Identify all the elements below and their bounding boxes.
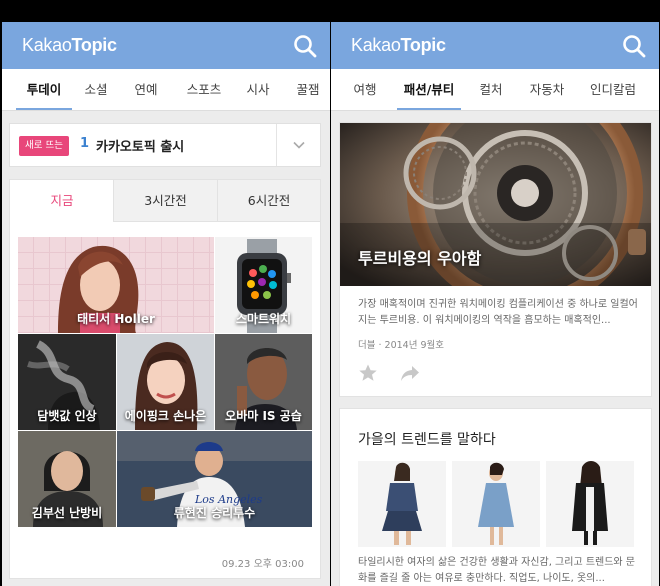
tab-culture[interactable]: 컬처 xyxy=(473,69,509,110)
right-screen: KakaoTopic 여행 패션/뷰티 컬처 자동차 인디칼럼 투르비용의 우아… xyxy=(331,22,659,586)
trend-thumb-2[interactable] xyxy=(452,461,540,547)
tab-fashion-beauty[interactable]: 패션/뷰티 xyxy=(397,69,461,110)
topic-tile-cigarette-tax[interactable]: 담뱃값 인상 xyxy=(18,334,116,430)
rising-topic-bar[interactable]: 새로 뜨는 1 카카오토픽 출시 xyxy=(9,123,321,167)
tab-social[interactable]: 소셜 xyxy=(78,69,114,110)
tile-label: 오바마 IS 공습 xyxy=(225,409,302,423)
topic-card: 지금 3시간전 6시간전 태티서 Holler 스마트워치 담뱃값 인상 에이핑… xyxy=(9,179,321,579)
update-timestamp: 09.23 오후 03:00 xyxy=(221,559,304,570)
tab-indie-column[interactable]: 인디칼럼 xyxy=(585,69,641,110)
tile-label: 류현진 승리투수 xyxy=(173,506,256,520)
topic-tile-smartwatch[interactable]: 스마트워치 xyxy=(215,237,312,333)
tile-label: 에이핑크 손나은 xyxy=(124,409,207,423)
star-icon[interactable] xyxy=(358,363,378,383)
divider xyxy=(276,124,277,166)
app-bar: KakaoTopic xyxy=(2,22,330,69)
tab-current-affairs[interactable]: 시사 xyxy=(240,69,276,110)
kakao-topic-logo[interactable]: KakaoTopic xyxy=(351,35,446,56)
category-tabs: 여행 패션/뷰티 컬처 자동차 인디칼럼 xyxy=(331,69,659,111)
topic-tile-taetiseo[interactable]: 태티서 Holler xyxy=(18,237,214,333)
fashion-image xyxy=(546,461,634,547)
tab-3h-ago[interactable]: 3시간전 xyxy=(113,180,217,222)
topic-tile-apink-naeun[interactable]: 에이핑크 손나은 xyxy=(117,334,214,430)
rising-rank: 1 xyxy=(80,136,90,151)
fashion-image xyxy=(452,461,540,547)
share-icon[interactable] xyxy=(400,363,420,383)
time-tabs: 지금 3시간전 6시간전 xyxy=(10,180,320,222)
tab-entertainment[interactable]: 연예 xyxy=(128,69,164,110)
app-bar: KakaoTopic xyxy=(331,22,659,69)
trend-title[interactable]: 가을의 트렌드를 말하다 xyxy=(358,429,496,449)
article-title[interactable]: 투르비용의 우아함 xyxy=(358,245,481,269)
topic-tile-kimbuseon[interactable]: 김부선 난방비 xyxy=(18,431,116,527)
article-hero-image[interactable]: 투르비용의 우아함 xyxy=(340,123,651,286)
chevron-down-icon[interactable] xyxy=(292,138,306,152)
trend-thumb-3[interactable] xyxy=(546,461,634,547)
tab-travel[interactable]: 여행 xyxy=(345,69,385,110)
tile-label: 태티서 Holler xyxy=(77,312,155,326)
tab-fun[interactable]: 꿀잼 xyxy=(290,69,326,110)
search-icon[interactable] xyxy=(621,33,647,59)
tile-label: 담뱃값 인상 xyxy=(37,409,97,423)
tab-now[interactable]: 지금 xyxy=(10,180,114,222)
rising-badge: 새로 뜨는 xyxy=(19,136,69,156)
tab-car[interactable]: 자동차 xyxy=(523,69,571,110)
topic-tile-obama-is[interactable]: 오바마 IS 공습 xyxy=(215,334,312,430)
article-description: 가장 매혹적이며 진귀한 워치메이킹 컴플리케이션 중 하나로 일컬어지는 투르… xyxy=(358,299,638,326)
tile-label: 김부선 난방비 xyxy=(31,506,103,520)
left-screen: KakaoTopic 투데이 소셜 연예 스포츠 시사 꿀잼 새로 뜨는 1 카… xyxy=(2,22,330,586)
tab-sports[interactable]: 스포츠 xyxy=(180,69,228,110)
trend-card[interactable]: 가을의 트렌드를 말하다 타일리시한 여자의 삶은 건강한 생활과 자신감, 그… xyxy=(339,408,652,586)
kakao-topic-logo[interactable]: KakaoTopic xyxy=(22,35,117,56)
category-tabs: 투데이 소셜 연예 스포츠 시사 꿀잼 xyxy=(2,69,330,111)
tab-6h-ago[interactable]: 6시간전 xyxy=(217,180,320,222)
topic-tile-ryuhyunjin[interactable]: Los Angeles 류현진 승리투수 xyxy=(117,431,312,527)
trend-thumb-1[interactable] xyxy=(358,461,446,547)
trend-description: 타일리시한 여자의 삶은 건강한 생활과 자신감, 그리고 트렌드와 문화를 즐… xyxy=(358,557,636,584)
search-icon[interactable] xyxy=(292,33,318,59)
fashion-image xyxy=(358,461,446,547)
rising-topic-text[interactable]: 카카오토픽 출시 xyxy=(96,136,184,155)
article-source: 더블 · 2014년 9월호 xyxy=(358,340,445,351)
article-card[interactable]: 투르비용의 우아함 가장 매혹적이며 진귀한 워치메이킹 컴플리케이션 중 하나… xyxy=(339,122,652,397)
tile-label: 스마트워치 xyxy=(235,312,292,326)
tab-today[interactable]: 투데이 xyxy=(16,69,72,110)
